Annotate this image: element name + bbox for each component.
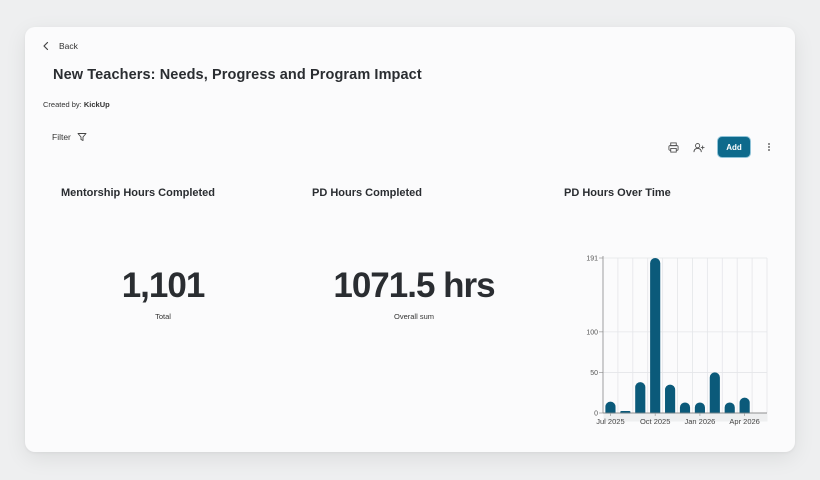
y-tick-label: 50 (590, 370, 598, 377)
bar-oct-2025 (650, 258, 661, 419)
filter-label: Filter (52, 132, 71, 142)
x-tick-label: Apr 2026 (729, 417, 759, 426)
created-by: Created by: KickUp (43, 100, 110, 109)
y-tick-label: 191 (586, 256, 598, 263)
more-vertical-icon (768, 143, 770, 151)
pd-hours-total-caption: Overall sum (393, 312, 434, 321)
pd-hours-widget-title: PD Hours Completed (312, 187, 423, 199)
back-label: Back (59, 41, 78, 51)
x-tick-label: Oct 2025 (640, 417, 670, 426)
mentorship-widget-title: Mentorship Hours Completed (61, 187, 216, 199)
page-title: New Teachers: Needs, Progress and Progra… (53, 67, 422, 83)
back-link[interactable]: Back (41, 41, 78, 51)
x-tick-label: Jan 2026 (684, 417, 715, 426)
pd-over-time-widget-title: PD Hours Over Time (564, 187, 671, 199)
add-user-icon (693, 142, 705, 152)
toolbar: Add (665, 136, 777, 158)
created-by-label: Created by: (43, 100, 82, 109)
share-button[interactable] (691, 139, 707, 155)
y-tick-label: 100 (586, 329, 598, 336)
created-by-value: KickUp (83, 100, 110, 109)
print-button[interactable] (665, 139, 681, 155)
x-tick-label: Jul 2025 (596, 417, 624, 426)
pd-hours-over-time-chart: 050100191Jul 2025 Oct 2025 Jan 2026 Apr 202… (586, 256, 768, 426)
filter-button[interactable]: Filter (52, 132, 87, 142)
chevron-left-icon (43, 41, 49, 51)
add-button[interactable]: Add (717, 136, 751, 158)
printer-icon (668, 142, 678, 152)
bar-feb-2026 (709, 372, 720, 419)
mentorship-total-value: 1,101 (121, 266, 206, 305)
pd-hours-total-value: 1071.5 hrs (333, 266, 495, 305)
funnel-icon (77, 133, 87, 141)
more-options-button[interactable] (761, 139, 777, 155)
mentorship-total-caption: Total (155, 312, 171, 321)
